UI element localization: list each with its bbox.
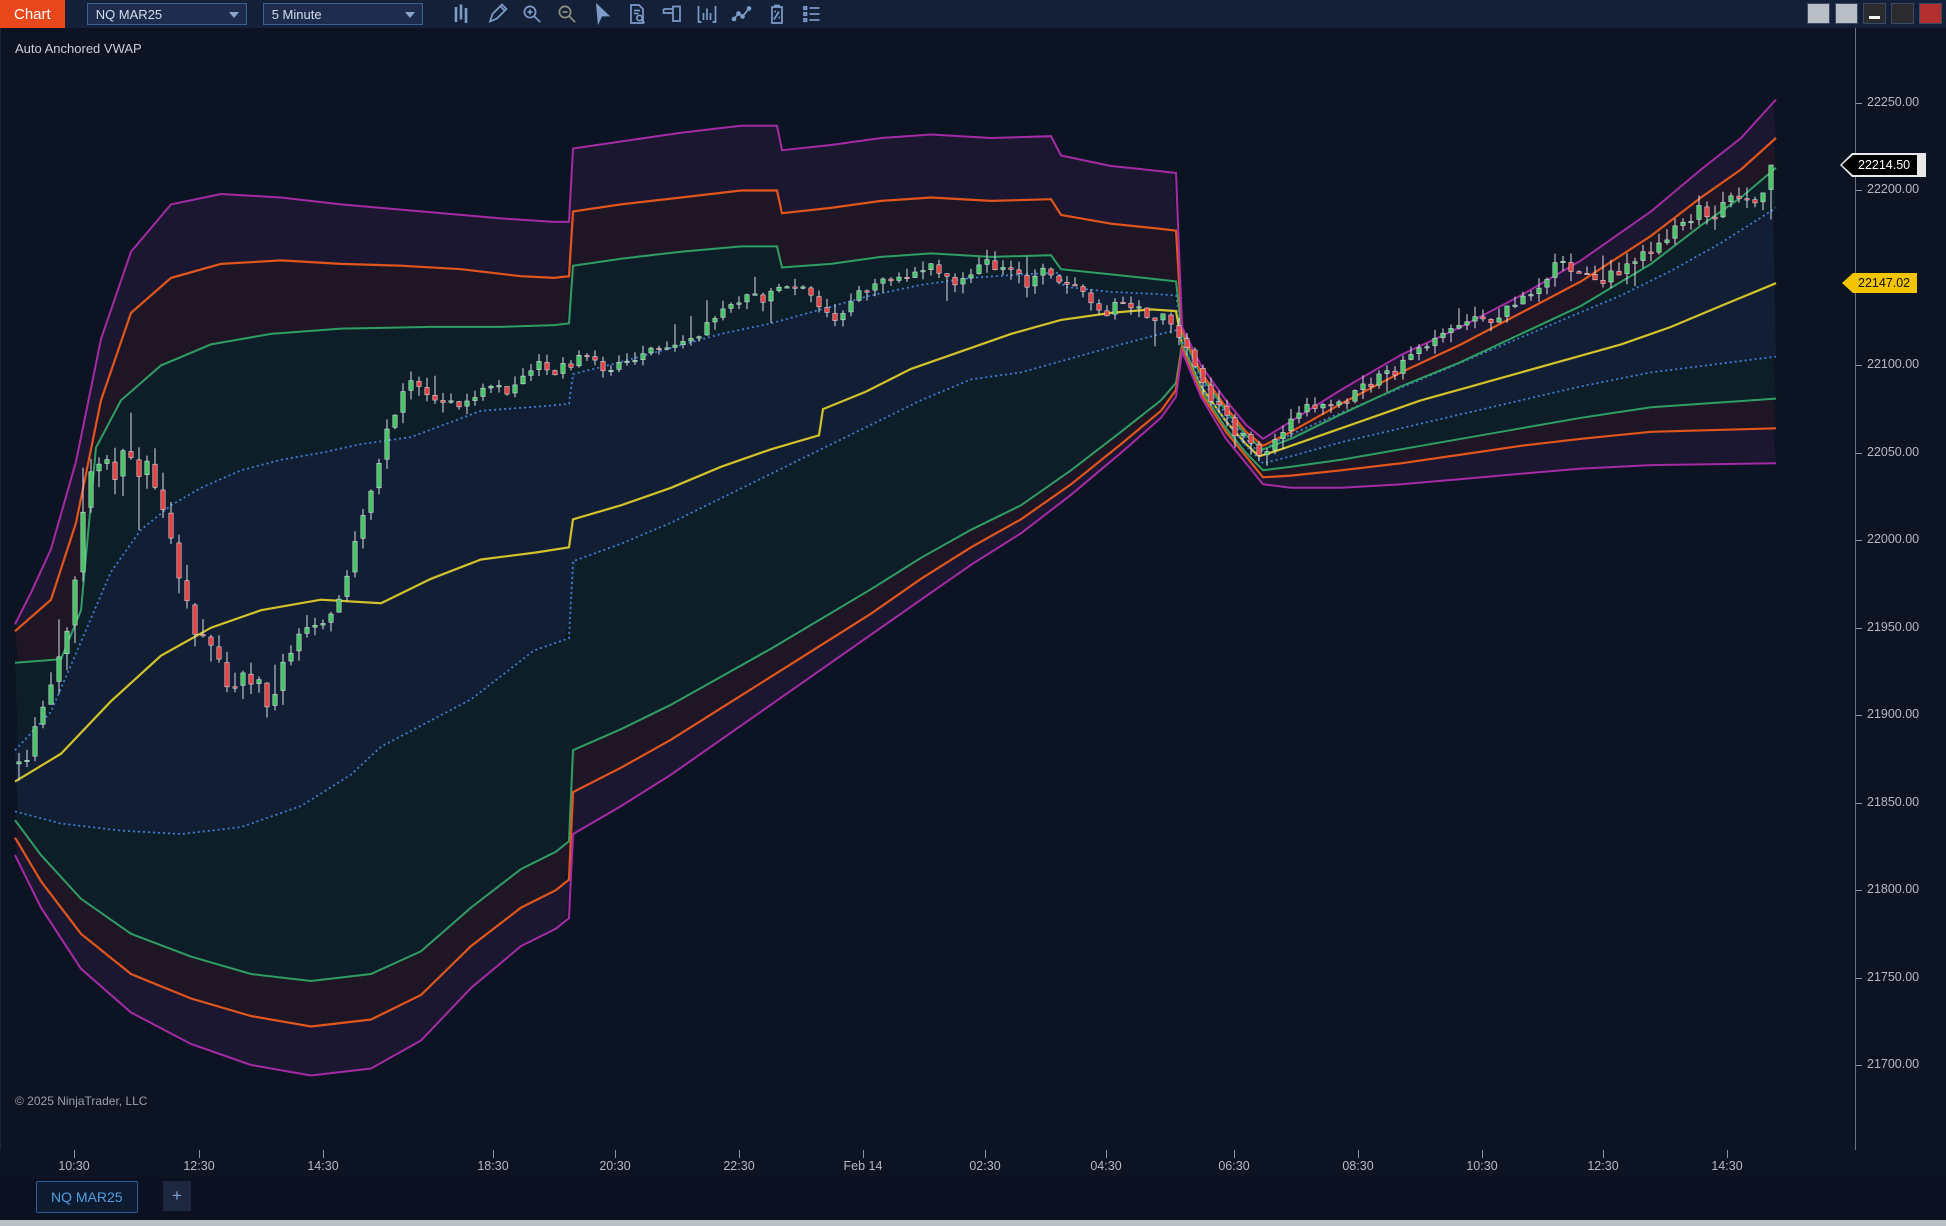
price-tick: [1856, 978, 1862, 979]
time-tick-label: 06:30: [1218, 1159, 1249, 1173]
time-tick: [1727, 1150, 1728, 1158]
time-tick-label: 02:30: [969, 1159, 1000, 1173]
bar-type-icon[interactable]: [694, 2, 720, 26]
price-tick: [1856, 628, 1862, 629]
maximize-button[interactable]: [1891, 3, 1914, 24]
toolbar-icon-group: [449, 2, 825, 26]
draw-icon[interactable]: [484, 2, 510, 26]
time-tick-label: 14:30: [307, 1159, 338, 1173]
price-tick-label: 21900.00: [1867, 707, 1919, 721]
time-tick: [1482, 1150, 1483, 1158]
price-tick-label: 21800.00: [1867, 882, 1919, 896]
tab-nq-mar25[interactable]: NQ MAR25: [36, 1181, 138, 1213]
strategies-icon[interactable]: [764, 2, 790, 26]
price-tick: [1856, 365, 1862, 366]
price-tick-label: 22250.00: [1867, 95, 1919, 109]
price-tick-label: 21850.00: [1867, 795, 1919, 809]
instrument-dropdown[interactable]: NQ MAR25: [87, 3, 247, 25]
price-tick: [1856, 540, 1862, 541]
vwap-price-marker: 22147.02: [1842, 273, 1917, 293]
time-tick: [863, 1150, 864, 1158]
band-fills-layer: [15, 103, 1776, 1076]
zoom-in-icon[interactable]: [519, 2, 545, 26]
time-tick-label: 12:30: [183, 1159, 214, 1173]
chart-canvas[interactable]: Auto Anchored VWAP © 2025 NinjaTrader, L…: [0, 28, 1856, 1150]
chart-style-icon[interactable]: [449, 2, 475, 26]
interval-dropdown[interactable]: 5 Minute: [263, 3, 423, 25]
time-tick-label: 10:30: [58, 1159, 89, 1173]
copyright-label: © 2025 NinjaTrader, LLC: [15, 1094, 147, 1108]
time-tick-label: 12:30: [1587, 1159, 1618, 1173]
price-tick-label: 21700.00: [1867, 1057, 1919, 1071]
price-tick-label: 22200.00: [1867, 182, 1919, 196]
time-tick: [1234, 1150, 1235, 1158]
interval-dropdown-value: 5 Minute: [272, 7, 322, 22]
indicators-panel-icon[interactable]: [659, 2, 685, 26]
close-button[interactable]: [1919, 3, 1942, 24]
time-tick-label: Feb 14: [844, 1159, 883, 1173]
price-tick-label: 22050.00: [1867, 445, 1919, 459]
zoom-out-icon[interactable]: [554, 2, 580, 26]
time-tick-label: 22:30: [723, 1159, 754, 1173]
time-axis[interactable]: 10:30 12:30 14:30 18:30 20:30 22:30 Feb 14 02:3…: [0, 1150, 1855, 1178]
time-tick: [493, 1150, 494, 1158]
price-axis[interactable]: 22250.00 22200.00 22100.00 22050.00 22000.00…: [1855, 28, 1946, 1150]
chart-window-button[interactable]: Chart: [0, 0, 65, 28]
time-tick-label: 14:30: [1711, 1159, 1742, 1173]
price-tick-label: 21750.00: [1867, 970, 1919, 984]
time-tick: [985, 1150, 986, 1158]
time-tick: [1603, 1150, 1604, 1158]
price-tick: [1856, 190, 1862, 191]
instrument-dropdown-value: NQ MAR25: [96, 7, 162, 22]
chart-svg: [1, 28, 1856, 1150]
window-controls: [1807, 3, 1942, 24]
price-tick-label: 22100.00: [1867, 357, 1919, 371]
time-tick: [739, 1150, 740, 1158]
time-tick: [74, 1150, 75, 1158]
price-tick: [1856, 715, 1862, 716]
price-tick-label: 22000.00: [1867, 532, 1919, 546]
toolbar: Chart NQ MAR25 5 Minute: [0, 0, 1946, 28]
data-box-icon[interactable]: [624, 2, 650, 26]
time-tick-label: 18:30: [477, 1159, 508, 1173]
price-tick: [1856, 803, 1862, 804]
ninjatrader-chart-window: Chart NQ MAR25 5 Minute Auto Anchored VW…: [0, 0, 1946, 1226]
time-tick: [323, 1150, 324, 1158]
tab-bar: NQ MAR25 +: [0, 1178, 1946, 1220]
price-tick: [1856, 890, 1862, 891]
price-tick: [1856, 453, 1862, 454]
price-tick: [1856, 1065, 1862, 1066]
time-tick-label: 10:30: [1466, 1159, 1497, 1173]
indicator-label: Auto Anchored VWAP: [15, 41, 142, 56]
chevron-down-icon: [229, 12, 239, 18]
properties-list-icon[interactable]: [799, 2, 825, 26]
add-tab-button[interactable]: +: [163, 1181, 191, 1211]
window-control-light-2[interactable]: [1835, 3, 1858, 24]
line-tools-icon[interactable]: [729, 2, 755, 26]
time-tick: [615, 1150, 616, 1158]
window-control-light-1[interactable]: [1807, 3, 1830, 24]
price-tick: [1856, 103, 1862, 104]
time-tick-label: 04:30: [1090, 1159, 1121, 1173]
time-tick: [199, 1150, 200, 1158]
minimize-button[interactable]: [1863, 3, 1886, 24]
time-tick: [1106, 1150, 1107, 1158]
time-tick: [1358, 1150, 1359, 1158]
horizontal-scrollbar[interactable]: [0, 1220, 1946, 1226]
price-tick-label: 21950.00: [1867, 620, 1919, 634]
cursor-icon[interactable]: [589, 2, 615, 26]
last-price-marker: 22214.50: [1842, 155, 1917, 175]
time-tick-label: 20:30: [599, 1159, 630, 1173]
chevron-down-icon: [405, 12, 415, 18]
time-tick-label: 08:30: [1342, 1159, 1373, 1173]
